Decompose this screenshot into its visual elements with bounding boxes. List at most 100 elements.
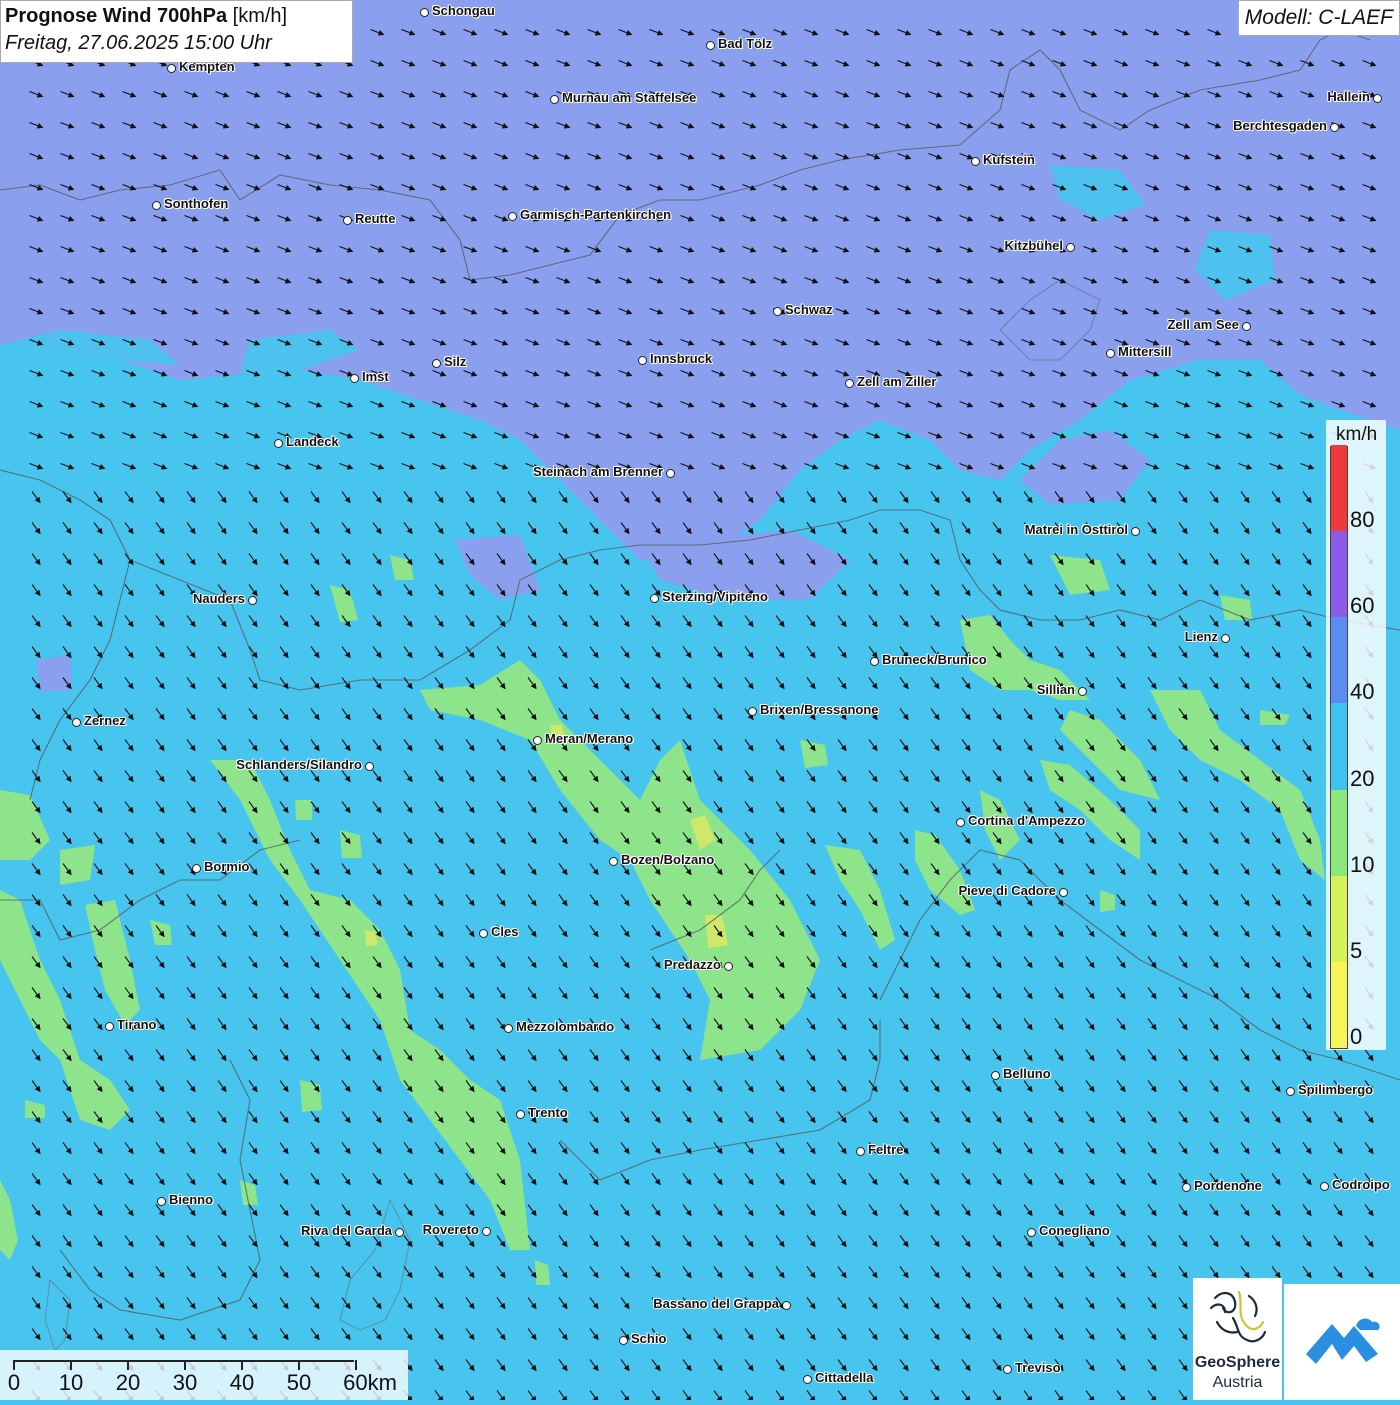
city-label: Zell am Ziller xyxy=(857,374,937,389)
city-dot-icon xyxy=(971,157,980,166)
city-label: Schwaz xyxy=(785,302,833,317)
city-dot-icon xyxy=(432,359,441,368)
city-label: Garmisch-Partenkirchen xyxy=(520,207,672,222)
city-label: Mittersill xyxy=(1118,344,1172,359)
city-dot-icon xyxy=(1066,243,1075,252)
geosphere-logo: GeoSphere Austria xyxy=(1193,1278,1282,1400)
city-label: Hallein xyxy=(1327,89,1370,104)
geosphere-logo-name: GeoSphere xyxy=(1194,1354,1281,1371)
city-dot-icon xyxy=(638,356,647,365)
city-label: Trento xyxy=(528,1105,568,1120)
city-dot-icon xyxy=(72,718,81,727)
city-dot-icon xyxy=(508,212,517,221)
city-label: Mezzolombardo xyxy=(516,1019,615,1034)
city-label: Kempten xyxy=(179,59,235,74)
city-dot-icon xyxy=(1078,687,1087,696)
city-label: Sterzing/Vipiteno xyxy=(662,589,768,604)
city-label: Feltre xyxy=(868,1142,904,1157)
map-title-unit: [km/h] xyxy=(232,5,288,27)
city-dot-icon xyxy=(1286,1087,1295,1096)
city-dot-icon xyxy=(152,201,161,210)
city-label: Pieve di Cadore xyxy=(958,883,1056,898)
city-dot-icon xyxy=(420,8,429,17)
city-dot-icon xyxy=(365,762,374,771)
city-label: Schlanders/Silandro xyxy=(236,757,362,772)
city-label: Innsbruck xyxy=(650,351,713,366)
legend-label: 80 xyxy=(1350,507,1375,533)
city-label: Cittadella xyxy=(815,1370,874,1385)
city-dot-icon xyxy=(533,736,542,745)
city-dot-icon xyxy=(666,469,675,478)
city-label: Lienz xyxy=(1184,629,1218,644)
city-dot-icon xyxy=(192,864,201,873)
legend-label: 60 xyxy=(1350,593,1375,619)
city-dot-icon xyxy=(350,374,359,383)
city-dot-icon xyxy=(1106,349,1115,358)
city-dot-icon xyxy=(856,1147,865,1156)
city-dot-icon xyxy=(619,1336,628,1345)
city-label: Kitzbühel xyxy=(1004,238,1064,253)
city-label: Steinach am Brenner xyxy=(532,464,663,479)
scale-label: 20 xyxy=(115,1370,141,1395)
scale-tick xyxy=(241,1360,243,1370)
city-dot-icon xyxy=(782,1301,791,1310)
city-dot-icon xyxy=(1003,1365,1012,1374)
city-label: Rovereto xyxy=(422,1222,479,1237)
city-label: Riva del Garda xyxy=(300,1223,392,1238)
city-dot-icon xyxy=(343,216,352,225)
city-dot-icon xyxy=(991,1071,1000,1080)
geosphere-logo-icon xyxy=(1209,1290,1267,1343)
city-label: Silz xyxy=(444,354,467,369)
city-dot-icon xyxy=(395,1228,404,1237)
scale-tick xyxy=(13,1360,15,1370)
city-label: Tirano xyxy=(117,1017,157,1032)
map-title-box: Prognose Wind 700hPa [km/h] Freitag, 27.… xyxy=(0,0,353,63)
city-label: Bassano del Grappa xyxy=(653,1296,779,1311)
scale-tick xyxy=(70,1360,72,1370)
city-dot-icon xyxy=(724,962,733,971)
city-dot-icon xyxy=(105,1022,114,1031)
city-label: Bozen/Bolzano xyxy=(621,852,715,867)
scale-label: 30 xyxy=(172,1370,198,1395)
city-dot-icon xyxy=(1242,322,1251,331)
city-label: Codroipo xyxy=(1332,1177,1390,1192)
city-dot-icon xyxy=(1373,94,1382,103)
forecast-datetime: Freitag, 27.06.2025 15:00 Uhr xyxy=(5,32,272,54)
city-dot-icon xyxy=(1182,1183,1191,1192)
city-dot-icon xyxy=(1221,634,1230,643)
scale-label: 40 xyxy=(229,1370,255,1395)
city-label: Berchtesgaden xyxy=(1233,118,1327,133)
city-label: Murnau am Staffelsee xyxy=(562,90,697,105)
geosphere-logo-country: Austria xyxy=(1212,1374,1263,1391)
legend-swatch xyxy=(1331,445,1347,532)
legend-swatch xyxy=(1331,875,1347,962)
city-label: Schongau xyxy=(432,3,495,18)
city-label: Belluno xyxy=(1003,1066,1051,1081)
legend-swatch xyxy=(1331,789,1347,876)
city-label: Pordenone xyxy=(1194,1178,1262,1193)
city-label: Bad Tölz xyxy=(718,36,773,51)
legend-swatch xyxy=(1331,703,1347,790)
city-dot-icon xyxy=(504,1024,513,1033)
city-dot-icon xyxy=(1330,123,1339,132)
city-label: Zell am See xyxy=(1167,317,1239,332)
city-label: Landeck xyxy=(286,434,339,449)
scale-label: 10 xyxy=(58,1370,84,1395)
color-legend: km/h 0 5 10 20 40 60 80 xyxy=(1326,420,1386,1050)
mountain-cloud-logo-icon xyxy=(1306,1318,1380,1364)
city-label: Bormio xyxy=(204,859,250,874)
city-dot-icon xyxy=(773,307,782,316)
city-dot-icon xyxy=(167,64,176,73)
legend-unit: km/h xyxy=(1336,424,1378,445)
city-label: Cles xyxy=(491,924,519,939)
city-dot-icon xyxy=(1131,527,1140,536)
city-dot-icon xyxy=(482,1227,491,1236)
map-title: Prognose Wind 700hPa [km/h] xyxy=(5,5,288,27)
city-label: Predazzo xyxy=(663,957,721,972)
city-label: Schio xyxy=(631,1331,667,1346)
city-label: Reutte xyxy=(355,211,396,226)
city-dot-icon xyxy=(274,439,283,448)
city-label: Treviso xyxy=(1015,1360,1061,1375)
scale-tick xyxy=(298,1360,300,1370)
scale-tick xyxy=(184,1360,186,1370)
